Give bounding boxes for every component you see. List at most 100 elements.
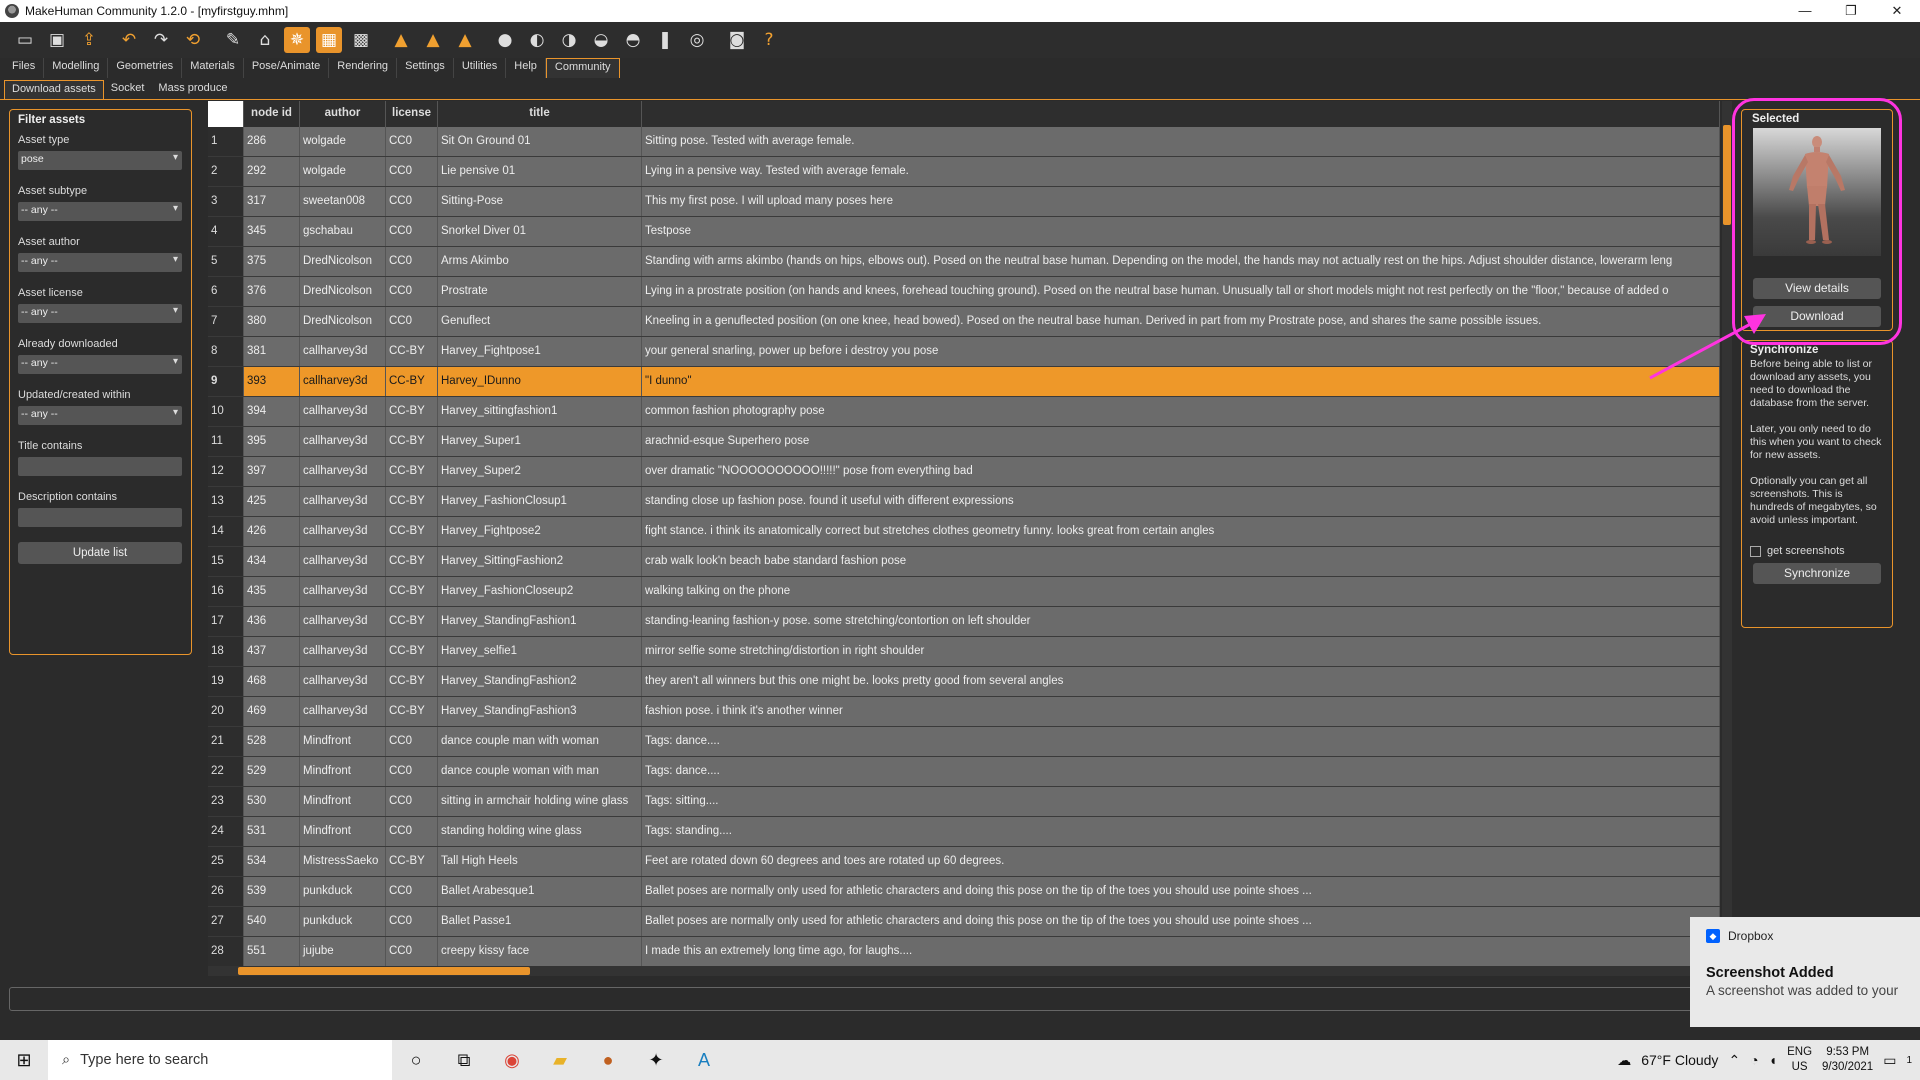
camera-icon[interactable]: ◙ [724, 27, 750, 53]
close-button[interactable]: ✕ [1874, 3, 1920, 19]
network-icon[interactable]: ◔ [1750, 1052, 1758, 1068]
already-downloaded-select[interactable]: -- any -- [18, 355, 182, 374]
head-icon[interactable]: ● [492, 27, 518, 53]
minimize-button[interactable]: — [1782, 3, 1828, 19]
app-a-icon[interactable]: A [680, 1040, 728, 1080]
checkbox-box[interactable] [1750, 545, 1761, 557]
table-row[interactable]: 6 376 DredNicolson CC0 Prostrate Lying in a p… [208, 277, 1720, 307]
header-license[interactable]: license [386, 101, 438, 127]
subtab-socket[interactable]: Socket [104, 80, 152, 99]
description-contains-input[interactable] [18, 508, 182, 527]
clock[interactable]: 9:53 PM 9/30/2021 [1822, 1045, 1873, 1075]
language-indicator[interactable]: ENG US [1787, 1045, 1812, 1075]
tab-geometries[interactable]: Geometries [108, 58, 183, 78]
cortana-icon[interactable]: ○ [392, 1040, 440, 1080]
header-author[interactable]: author [300, 101, 386, 127]
export-icon[interactable]: ⇪ [76, 27, 102, 53]
sphere-right-icon[interactable]: ◒ [588, 27, 614, 53]
asset-subtype-select[interactable]: -- any -- [18, 202, 182, 221]
update-list-button[interactable]: Update list [18, 542, 182, 564]
makehuman-taskbar-icon[interactable]: ● [584, 1040, 632, 1080]
wireframe-icon[interactable]: ⌂ [252, 27, 278, 53]
tab-pose-animate[interactable]: Pose/Animate [244, 58, 330, 78]
title-contains-input[interactable] [18, 457, 182, 476]
table-row[interactable]: 22 529 Mindfront CC0 dance couple woman with… [208, 757, 1720, 787]
chrome-icon[interactable]: ◉ [488, 1040, 536, 1080]
tab-materials[interactable]: Materials [182, 58, 244, 78]
sphere-left-icon[interactable]: ◑ [556, 27, 582, 53]
table-row[interactable]: 20 469 callharvey3d CC-BY Harvey_StandingFas… [208, 697, 1720, 727]
reset-icon[interactable]: ⟲ [180, 27, 206, 53]
tab-modelling[interactable]: Modelling [44, 58, 109, 78]
table-row[interactable]: 21 528 Mindfront CC0 dance couple man with w… [208, 727, 1720, 757]
table-row[interactable]: 27 540 punkduck CC0 Ballet Passe1 Ballet pose… [208, 907, 1720, 937]
table-row[interactable]: 9 393 callharvey3d CC-BY Harvey_IDunno "I dun… [208, 367, 1720, 397]
asset-type-select[interactable]: pose [18, 151, 182, 170]
table-row[interactable]: 25 534 MistressSaeko CC-BY Tall High Heels Fe… [208, 847, 1720, 877]
table-row[interactable]: 3 317 sweetan008 CC0 Sitting-Pose This my fir… [208, 187, 1720, 217]
tray-up-icon[interactable]: ⌃ [1728, 1052, 1740, 1069]
table-row[interactable]: 8 381 callharvey3d CC-BY Harvey_Fightpose1 yo… [208, 337, 1720, 367]
table-row[interactable]: 1 286 wolgade CC0 Sit On Ground 01 Sitting po… [208, 127, 1720, 157]
weather-text[interactable]: 67°F Cloudy [1641, 1052, 1718, 1068]
undo-icon[interactable]: ↶ [116, 27, 142, 53]
task-view-icon[interactable]: ⧉ [440, 1040, 488, 1080]
dropbox-notification[interactable]: ◆ Dropbox Screenshot Added A screenshot … [1690, 917, 1920, 1027]
table-row[interactable]: 5 375 DredNicolson CC0 Arms Akimbo Standing w… [208, 247, 1720, 277]
table-row[interactable]: 16 435 callharvey3d CC-BY Harvey_FashionClos… [208, 577, 1720, 607]
notifications-icon[interactable]: ▭ [1883, 1052, 1896, 1069]
smooth-icon[interactable]: ✎ [220, 27, 246, 53]
horizontal-scroll-thumb[interactable] [238, 967, 530, 975]
tab-settings[interactable]: Settings [397, 58, 454, 78]
header-node-id[interactable]: node id [244, 101, 300, 127]
updated-within-select[interactable]: -- any -- [18, 406, 182, 425]
windows-start-icon[interactable]: ⊞ [0, 1040, 48, 1080]
tab-help[interactable]: Help [506, 58, 546, 78]
asset-author-select[interactable]: -- any -- [18, 253, 182, 272]
sphere-top-icon[interactable]: ◓ [620, 27, 646, 53]
table-row[interactable]: 18 437 callharvey3d CC-BY Harvey_selfie1 mirr… [208, 637, 1720, 667]
inkscape-icon[interactable]: ✦ [632, 1040, 680, 1080]
tab-utilities[interactable]: Utilities [454, 58, 507, 78]
table-row[interactable]: 13 425 callharvey3d CC-BY Harvey_FashionClos… [208, 487, 1720, 517]
table-row[interactable]: 4 345 gschabau CC0 Snorkel Diver 01 Testpose [208, 217, 1720, 247]
view-details-button[interactable]: View details [1753, 278, 1881, 299]
side-view-icon[interactable]: ▲ [452, 27, 478, 53]
help-icon[interactable]: ? [756, 27, 782, 53]
subtab-download-assets[interactable]: Download assets [4, 80, 104, 99]
maximize-button[interactable]: ❐ [1828, 3, 1874, 19]
vertical-scroll-thumb[interactable] [1723, 125, 1731, 225]
front-view-icon[interactable]: ▲ [388, 27, 414, 53]
header-title[interactable]: title [438, 101, 642, 127]
table-row[interactable]: 28 551 jujube CC0 creepy kissy face I made th… [208, 937, 1720, 967]
feet-icon[interactable]: ❚ [652, 27, 678, 53]
frame-icon[interactable]: ◎ [684, 27, 710, 53]
table-row[interactable]: 10 394 callharvey3d CC-BY Harvey_sittingfash… [208, 397, 1720, 427]
table-row[interactable]: 11 395 callharvey3d CC-BY Harvey_Super1 arach… [208, 427, 1720, 457]
subtab-mass-produce[interactable]: Mass produce [151, 80, 234, 99]
volume-icon[interactable]: ◖ [1769, 1052, 1777, 1068]
checker-icon[interactable]: ▩ [348, 27, 374, 53]
back-view-icon[interactable]: ▲ [420, 27, 446, 53]
tab-community[interactable]: Community [545, 58, 620, 78]
synchronize-button[interactable]: Synchronize [1753, 563, 1881, 584]
redo-icon[interactable]: ↷ [148, 27, 174, 53]
table-row[interactable]: 7 380 DredNicolson CC0 Genuflect Kneeling in … [208, 307, 1720, 337]
table-row[interactable]: 23 530 Mindfront CC0 sitting in armchair hol… [208, 787, 1720, 817]
table-row[interactable]: 15 434 callharvey3d CC-BY Harvey_SittingFash… [208, 547, 1720, 577]
tab-files[interactable]: Files [4, 58, 45, 78]
save-icon[interactable]: ▣ [44, 27, 70, 53]
file-explorer-icon[interactable]: ▰ [536, 1040, 584, 1080]
tab-rendering[interactable]: Rendering [329, 58, 398, 78]
table-row[interactable]: 19 468 callharvey3d CC-BY Harvey_StandingFas… [208, 667, 1720, 697]
grid-icon[interactable]: ▦ [316, 27, 342, 53]
new-file-icon[interactable]: ▭ [12, 27, 38, 53]
table-row[interactable]: 24 531 Mindfront CC0 standing holding wine g… [208, 817, 1720, 847]
table-row[interactable]: 17 436 callharvey3d CC-BY Harvey_StandingFas… [208, 607, 1720, 637]
table-row[interactable]: 14 426 callharvey3d CC-BY Harvey_Fightpose2 f… [208, 517, 1720, 547]
taskbar-search[interactable]: ⌕ Type here to search [48, 1040, 392, 1080]
table-row[interactable]: 2 292 wolgade CC0 Lie pensive 01 Lying in a p… [208, 157, 1720, 187]
pose-icon[interactable]: ✵ [284, 27, 310, 53]
table-row[interactable]: 26 539 punkduck CC0 Ballet Arabesque1 Ballet … [208, 877, 1720, 907]
get-screenshots-checkbox[interactable]: get screenshots [1750, 545, 1884, 557]
